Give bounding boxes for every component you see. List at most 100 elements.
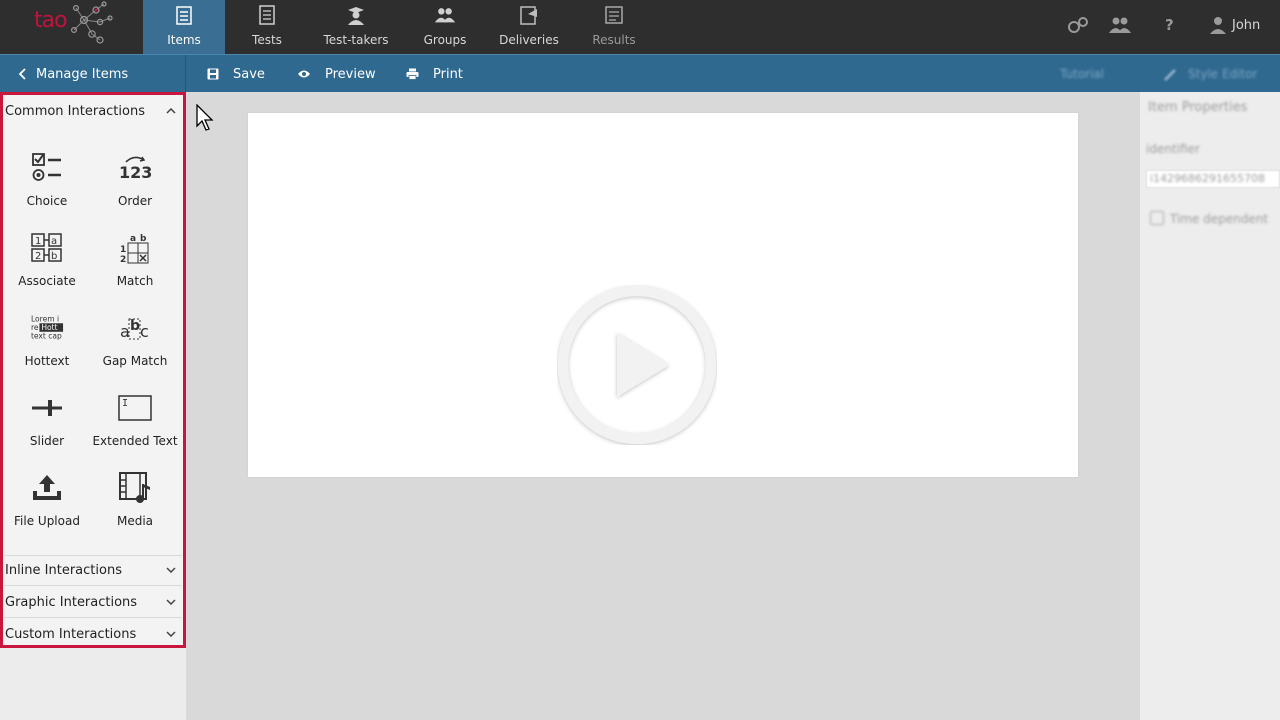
- tool-order[interactable]: 123 Order: [91, 151, 179, 221]
- test-takers-icon: [345, 4, 367, 26]
- help-icon[interactable]: ?: [1162, 14, 1178, 36]
- item-properties-panel: Item Properties identifier i142968629165…: [1140, 92, 1280, 720]
- extended-text-icon: I: [118, 391, 152, 425]
- tool-media-label: Media: [116, 514, 154, 528]
- tool-hottext[interactable]: Lorem i re Hott text cap Hottext: [3, 311, 91, 381]
- nav-results[interactable]: Results: [582, 0, 646, 54]
- chevron-down-icon: [166, 631, 176, 637]
- slider-icon: [30, 391, 64, 425]
- item-properties-title: Item Properties: [1148, 100, 1248, 115]
- svg-text:text cap: text cap: [31, 331, 62, 340]
- nav-tests-label: Tests: [252, 33, 282, 47]
- tool-media[interactable]: Media: [91, 471, 179, 541]
- tool-associate[interactable]: 1a2b Associate: [3, 231, 91, 301]
- chevron-down-icon: [166, 567, 176, 573]
- svg-text:?: ?: [1165, 16, 1174, 34]
- tool-match[interactable]: ab12 Match: [91, 231, 179, 301]
- tool-match-label: Match: [116, 274, 154, 288]
- svg-text:1: 1: [120, 245, 126, 255]
- brush-icon: [1162, 67, 1178, 81]
- user-icon: [1210, 17, 1226, 34]
- svg-text:123: 123: [119, 163, 152, 182]
- play-video-icon[interactable]: [557, 285, 717, 445]
- common-interactions-label: Common Interactions: [5, 103, 145, 119]
- svg-text:b: b: [51, 251, 57, 262]
- order-icon: 123: [118, 151, 152, 185]
- item-action-bar: Manage Items Save Preview Print Tutorial…: [0, 54, 1280, 93]
- time-dependent-checkbox[interactable]: [1150, 211, 1164, 225]
- groups-icon: [434, 4, 456, 26]
- inline-interactions-label: Inline Interactions: [5, 562, 122, 578]
- tool-slider[interactable]: Slider: [3, 391, 91, 461]
- print-label: Print: [433, 66, 463, 82]
- section-divider: [4, 555, 182, 556]
- preview-button[interactable]: Preview: [297, 55, 376, 93]
- manage-items-back-link[interactable]: Manage Items: [0, 55, 186, 93]
- section-divider: [4, 617, 182, 618]
- tao-logo[interactable]: tao: [26, 0, 116, 48]
- nav-results-label: Results: [592, 33, 636, 47]
- save-icon: [207, 68, 219, 80]
- inline-interactions-header[interactable]: Inline Interactions: [4, 557, 182, 583]
- common-interactions-header[interactable]: Common Interactions: [4, 98, 182, 124]
- style-editor-label: Style Editor: [1188, 67, 1258, 81]
- identifier-label: identifier: [1146, 142, 1200, 156]
- mouse-cursor-icon: [196, 104, 214, 131]
- svg-text:a: a: [120, 322, 130, 341]
- tool-associate-label: Associate: [18, 274, 76, 288]
- user-menu[interactable]: John: [1208, 14, 1260, 36]
- tool-choice-label: Choice: [26, 194, 68, 208]
- tool-gap-match-label: Gap Match: [102, 354, 168, 368]
- media-icon: [118, 471, 152, 505]
- users-icon[interactable]: [1108, 14, 1132, 36]
- tool-gap-match[interactable]: abc Gap Match: [91, 311, 179, 381]
- svg-text:a: a: [51, 236, 57, 247]
- eye-icon: [297, 69, 311, 79]
- nav-tests[interactable]: Tests: [229, 0, 305, 54]
- tool-file-upload[interactable]: File Upload: [3, 471, 91, 541]
- svg-text:2: 2: [120, 255, 126, 264]
- custom-interactions-label: Custom Interactions: [5, 626, 137, 642]
- print-button[interactable]: Print: [406, 55, 463, 93]
- style-editor-button[interactable]: Style Editor: [1162, 55, 1257, 93]
- svg-text:b: b: [130, 318, 140, 334]
- nav-test-takers[interactable]: Test-takers: [310, 0, 402, 54]
- identifier-value: i1429686291655708: [1150, 172, 1266, 185]
- svg-text:2: 2: [35, 251, 41, 262]
- chevron-left-icon: [18, 68, 26, 80]
- save-label: Save: [233, 66, 265, 82]
- tool-slider-label: Slider: [29, 434, 65, 448]
- tool-choice[interactable]: Choice: [3, 151, 91, 221]
- nav-items-label: Items: [167, 33, 201, 47]
- choice-icon: [30, 151, 64, 185]
- nav-groups[interactable]: Groups: [412, 0, 478, 54]
- settings-icon[interactable]: [1066, 14, 1090, 36]
- chevron-down-icon: [166, 599, 176, 605]
- graphic-interactions-header[interactable]: Graphic Interactions: [4, 589, 182, 615]
- tutorial-label: Tutorial: [1060, 67, 1105, 81]
- logo-network-icon: [71, 1, 113, 44]
- tutorial-button[interactable]: Tutorial: [1060, 55, 1104, 93]
- section-divider: [4, 585, 182, 586]
- match-icon: ab12: [118, 231, 152, 265]
- nav-deliveries[interactable]: Deliveries: [492, 0, 566, 54]
- interactions-highlight-box: Common Interactions Choice 123 Order 1a2…: [0, 92, 186, 648]
- svg-text:1: 1: [35, 236, 41, 247]
- file-upload-icon: [30, 471, 64, 505]
- nav-items[interactable]: Items: [143, 0, 225, 54]
- tool-extended-text-label: Extended Text: [92, 434, 178, 448]
- item-editor-canvas: [187, 92, 1140, 720]
- tool-hottext-label: Hottext: [24, 354, 70, 368]
- time-dependent-label: Time dependent: [1170, 212, 1269, 226]
- preview-label: Preview: [325, 66, 376, 82]
- tool-file-upload-label: File Upload: [14, 514, 80, 528]
- tool-extended-text[interactable]: I Extended Text: [91, 391, 179, 461]
- save-button[interactable]: Save: [207, 55, 265, 93]
- user-name: John: [1232, 17, 1261, 33]
- tool-order-label: Order: [117, 194, 153, 208]
- interactions-sidebar: Common Interactions Choice 123 Order 1a2…: [0, 92, 186, 720]
- items-icon: [173, 4, 195, 26]
- associate-icon: 1a2b: [30, 231, 64, 265]
- nav-groups-label: Groups: [423, 33, 467, 47]
- custom-interactions-header[interactable]: Custom Interactions: [4, 621, 182, 647]
